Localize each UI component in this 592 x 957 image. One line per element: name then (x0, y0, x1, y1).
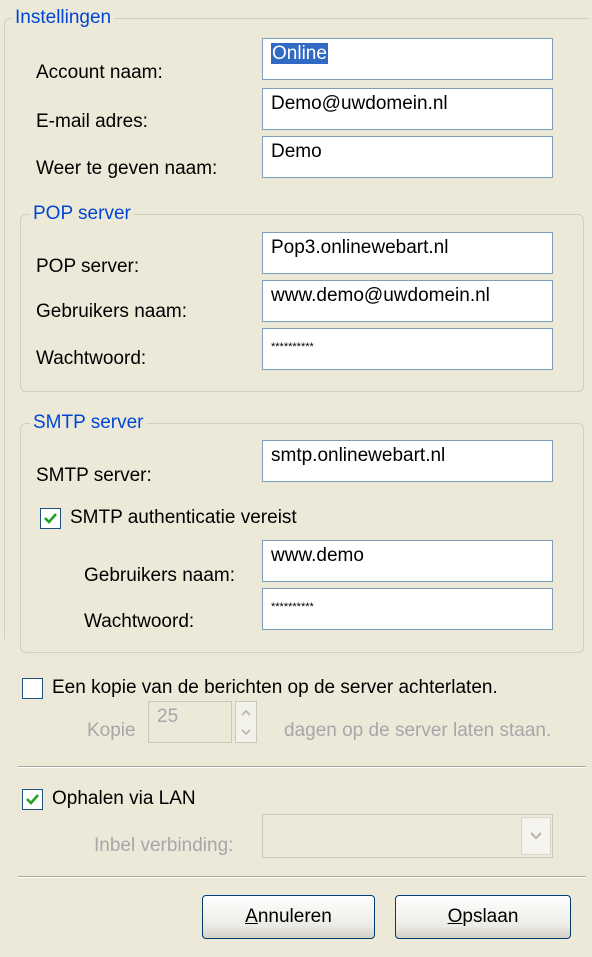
checkmark-icon (26, 794, 39, 805)
dialup-dropdown-button[interactable] (521, 817, 551, 855)
smtp-password-label: Wachtwoord: (84, 611, 195, 632)
email-label: E-mail adres: (36, 111, 148, 132)
account-name-label: Account naam: (36, 62, 163, 83)
separator-1 (18, 766, 586, 768)
chevron-down-icon (241, 728, 251, 735)
smtp-server-field[interactable]: smtp.onlinewebart.nl (262, 440, 553, 482)
leave-copy-label[interactable]: Een kopie van de berichten op de server … (52, 677, 498, 699)
cancel-label: nnuleren (257, 906, 332, 927)
smtp-server-label: SMTP server: (36, 465, 152, 486)
smtp-password-field[interactable]: ********** (262, 588, 553, 630)
smtp-auth-checkbox[interactable] (40, 508, 61, 529)
smtp-username-field[interactable]: www.demo (262, 540, 553, 582)
cancel-accel: A (245, 906, 258, 927)
save-button[interactable]: Opslaan (395, 895, 571, 939)
fetch-lan-label[interactable]: Ophalen via LAN (52, 788, 196, 810)
pop-username-label: Gebruikers naam: (36, 301, 188, 322)
checkmark-icon (44, 513, 57, 524)
dialup-select[interactable] (262, 814, 553, 858)
save-accel: O (447, 906, 463, 927)
smtp-username-label: Gebruikers naam: (84, 565, 236, 586)
dialup-label: Inbel verbinding: (94, 835, 234, 856)
account-name-value: Online (271, 43, 328, 64)
smtp-auth-label[interactable]: SMTP authenticatie vereist (70, 507, 297, 529)
kopie-label: Kopie (87, 720, 136, 741)
cancel-button[interactable]: Annuleren (202, 895, 375, 939)
pop-server-legend: POP server (30, 203, 134, 225)
smtp-server-legend: SMTP server (30, 412, 147, 434)
chevron-up-icon (241, 709, 251, 716)
pop-username-field[interactable]: www.demo@uwdomein.nl (262, 280, 553, 322)
chevron-down-icon (530, 832, 542, 840)
spin-down-button[interactable] (236, 722, 256, 742)
email-field[interactable]: Demo@uwdomein.nl (262, 88, 553, 130)
days-spinner[interactable] (235, 701, 257, 743)
pop-server-field[interactable]: Pop3.onlinewebart.nl (262, 232, 553, 274)
display-name-label: Weer te geven naam: (36, 158, 218, 179)
pop-password-field[interactable]: ********** (262, 328, 553, 370)
leave-copy-checkbox[interactable] (22, 678, 43, 699)
separator-2 (18, 876, 586, 878)
pop-server-label: POP server: (36, 256, 140, 277)
save-label: pslaan (462, 906, 519, 927)
fetch-lan-checkbox[interactable] (22, 789, 43, 810)
spin-up-button[interactable] (236, 702, 256, 722)
days-suffix-label: dagen op de server laten staan. (284, 720, 552, 741)
settings-legend: Instellingen (12, 7, 115, 29)
account-name-field[interactable]: Online (262, 38, 553, 80)
display-name-field[interactable]: Demo (262, 136, 553, 178)
pop-password-label: Wachtwoord: (36, 348, 147, 369)
days-field[interactable]: 25 (148, 701, 232, 743)
